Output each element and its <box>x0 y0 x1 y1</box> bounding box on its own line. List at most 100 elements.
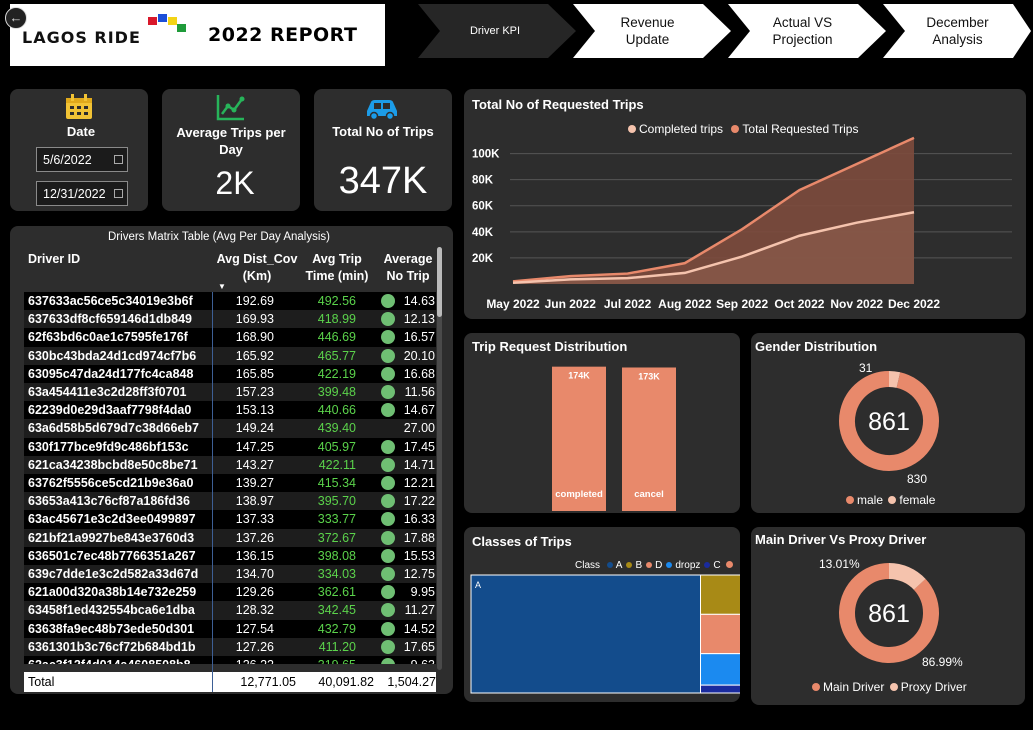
donut-data-label: 86.99% <box>922 655 963 669</box>
nav-tab-driver-kpi[interactable]: Driver KPI <box>440 4 550 58</box>
avg-dist-cell: 129.26 <box>235 585 274 600</box>
table-row[interactable]: 621a00d320a38b14e732e259 129.26 362.61 9.95 <box>24 583 436 602</box>
logo-square-red <box>148 17 157 25</box>
x-tick-label: Dec 2022 <box>888 297 940 311</box>
bar-category-label: completed <box>555 489 603 500</box>
x-tick-label: Nov 2022 <box>830 297 883 311</box>
status-dot-icon <box>381 385 395 399</box>
table-row[interactable]: 63a454411e3c2d28ff3f0701 157.23 399.48 11.5… <box>24 383 436 402</box>
table-row[interactable]: 639c7dde1e3c2d582a33d67d 134.70 334.03 12.7… <box>24 565 436 584</box>
driver-id-cell: 639c7dde1e3c2d582a33d67d <box>28 567 199 581</box>
treemap-cell-c <box>700 684 740 694</box>
y-tick-label: 60K <box>472 201 494 213</box>
avg-dist-cell: 139.27 <box>235 476 274 490</box>
header-avg-dist[interactable]: Avg Dist_Cov (Km) <box>212 251 302 285</box>
table-row[interactable]: 63638fa9ec48b73ede50d301 127.54 432.79 14.5… <box>24 619 436 638</box>
table-row[interactable]: 63ac45671e3c2d3ee0499897 137.33 333.77 16.3… <box>24 510 436 529</box>
calendar-icon <box>66 94 92 119</box>
driver-id-cell: 637633ac56ce5c34019e3b6f <box>28 294 193 308</box>
header-average-no-trip[interactable]: Average No Trip <box>378 251 438 285</box>
table-row[interactable]: 6361301b3c76cf72b684bd1b 127.26 411.20 17.6… <box>24 637 436 656</box>
table-row[interactable]: 63095c47da24d177fc4ca848 165.85 422.19 16.6… <box>24 364 436 383</box>
table-row[interactable]: 636501c7ec48b7766351a267 136.15 398.08 15.5… <box>24 546 436 565</box>
status-dot-icon <box>381 348 395 363</box>
avg-dist-cell: 127.26 <box>235 639 274 654</box>
donut-center-value: 861 <box>868 408 910 436</box>
table-row[interactable]: 630f177bce9fd9c486bf153c 147.25 405.97 17.4… <box>24 437 436 456</box>
driver-id-cell: 6361301b3c76cf72b684bd1b <box>28 639 196 654</box>
driver-id-cell: 63a454411e3c2d28ff3f0701 <box>28 385 187 399</box>
avg-trip-time-cell: 405.97 <box>317 439 356 454</box>
avg-dist-cell: 137.26 <box>235 530 274 545</box>
donut-data-label: 830 <box>907 472 927 486</box>
legend-item-male[interactable]: male <box>846 493 883 507</box>
logo-square-yellow <box>168 17 177 25</box>
status-dot-icon <box>381 530 395 545</box>
driver-id-cell: 621ca34238bcbd8e50c8be71 <box>28 457 198 472</box>
table-row[interactable]: 63762f5556ce5cd21b9e36a0 139.27 415.34 12.2… <box>24 474 436 493</box>
avg-no-trip-cell: 14.52 <box>403 621 435 636</box>
table-row[interactable]: 63a6d58b5d679d7c38d66eb7 149.24 439.40 27.0… <box>24 419 436 438</box>
avg-dist-cell: 165.92 <box>235 348 274 363</box>
table-row[interactable]: 62f63bd6c0ae1c7595fe176f 168.90 446.69 16.5… <box>24 328 436 347</box>
avg-dist-cell: 136.15 <box>235 548 274 563</box>
avg-trip-time-cell: 398.08 <box>317 548 356 563</box>
calendar-mini-icon[interactable] <box>114 189 123 198</box>
nav-tab-revenue-update[interactable]: Revenue Update <box>595 4 700 58</box>
status-dot-icon <box>381 494 395 509</box>
avg-no-trip-cell: 16.57 <box>403 330 435 345</box>
table-row[interactable]: 637633ac56ce5c34019e3b6f 192.69 492.56 14.6… <box>24 292 436 311</box>
nav-tab-december-analysis[interactable]: December Analysis <box>905 4 1010 58</box>
avg-no-trip-cell: 27.00 <box>403 421 435 436</box>
start-date-value: 5/6/2022 <box>43 153 92 167</box>
avg-no-trip-cell: 14.71 <box>403 457 435 472</box>
table-row[interactable]: 63653a413c76cf87a186fd36 138.97 395.70 17.2… <box>24 492 436 511</box>
status-dot-icon <box>381 294 395 308</box>
table-row[interactable]: 62239d0e29d3aaf7798f4da0 153.13 440.66 14.6… <box>24 401 436 420</box>
table-row[interactable]: 621ca34238bcbd8e50c8be71 143.27 422.11 14.7… <box>24 455 436 474</box>
status-dot-icon <box>381 585 395 600</box>
report-title: 2022 REPORT <box>208 24 358 46</box>
column-divider <box>212 292 213 692</box>
avg-no-trip-cell: 12.75 <box>403 567 435 581</box>
calendar-mini-icon[interactable] <box>114 155 123 164</box>
bar-chart: 174K completed 173K cancel <box>552 366 676 511</box>
avg-trips-value: 2K <box>215 165 255 201</box>
x-tick-label: Jul 2022 <box>604 297 652 311</box>
back-arrow-icon[interactable]: ← <box>5 7 27 29</box>
table-row[interactable]: 63458f1ed432554bca6e1dba 128.32 342.45 11.2… <box>24 601 436 620</box>
table-row[interactable]: 621bf21a9927be843e3760d3 137.26 372.67 17.8… <box>24 528 436 547</box>
avg-dist-cell: 138.97 <box>235 494 274 509</box>
status-dot-icon <box>381 567 395 581</box>
avg-no-trip-cell: 20.10 <box>403 348 435 363</box>
avg-no-trip-cell: 14.67 <box>403 403 435 418</box>
avg-trip-time-cell: 342.45 <box>317 603 356 618</box>
table-row[interactable]: 637633df8cf659146d1db849 169.93 418.99 12.1… <box>24 310 436 329</box>
avg-dist-cell: 169.93 <box>235 312 274 327</box>
start-date-input[interactable]: 5/6/2022 <box>36 147 128 172</box>
avg-no-trip-cell: 15.53 <box>403 548 435 563</box>
x-tick-label: Jun 2022 <box>545 297 597 311</box>
date-label: Date <box>66 124 96 139</box>
header-driver-id[interactable]: Driver ID <box>28 251 80 268</box>
table-scrollbar-thumb[interactable] <box>437 247 442 317</box>
table-row[interactable]: 630bc43bda24d1cd974cf7b6 165.92 465.77 20.1… <box>24 346 436 365</box>
legend-item-female[interactable]: female <box>888 493 935 507</box>
nav-tab-actual-vs-projection[interactable]: Actual VS Projection <box>750 4 855 58</box>
matrix-title: Drivers Matrix Table (Avg Per Day Analys… <box>108 231 330 243</box>
header-avg-trip-time[interactable]: Avg Trip Time (min) <box>297 251 377 285</box>
avg-trip-time-cell: 399.48 <box>317 385 356 399</box>
sort-down-icon[interactable]: ▼ <box>218 282 226 291</box>
x-tick-label: May 2022 <box>486 297 540 311</box>
avg-trip-time-cell: 465.77 <box>317 348 356 363</box>
status-dot-icon <box>381 312 395 327</box>
logo-square-green <box>177 24 186 32</box>
status-dot-icon <box>381 366 395 381</box>
car-icon <box>367 100 397 120</box>
avg-trips-label: Average Trips per Day <box>176 125 286 157</box>
legend-item-proxy-driver[interactable]: Proxy Driver <box>889 680 967 694</box>
treemap-cell-d <box>700 613 740 655</box>
legend-item-main-driver[interactable]: Main Driver <box>812 680 884 694</box>
end-date-input[interactable]: 12/31/2022 <box>36 181 128 206</box>
driver-id-cell: 62239d0e29d3aaf7798f4da0 <box>28 403 192 418</box>
